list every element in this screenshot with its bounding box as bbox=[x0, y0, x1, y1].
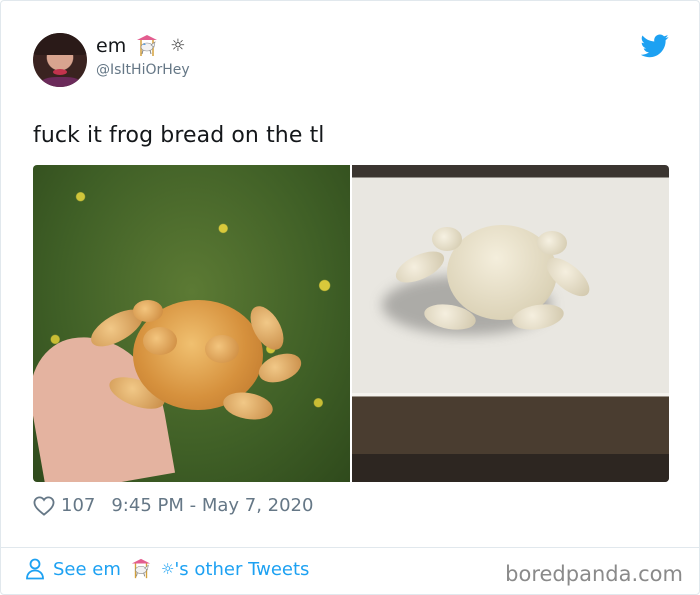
author-handle[interactable]: @IsItHiOrHey bbox=[96, 62, 190, 78]
author-name-row[interactable]: em ☼ bbox=[96, 34, 185, 58]
avatar-lips bbox=[53, 69, 67, 75]
sun-symbol-icon: ☼ bbox=[160, 560, 175, 578]
footer-divider bbox=[1, 547, 699, 548]
avatar-shirt bbox=[41, 77, 81, 87]
frog-foot-bottom bbox=[221, 388, 275, 424]
frog-eye-right bbox=[205, 335, 239, 363]
frog-bump-top bbox=[133, 300, 163, 322]
twitter-bird-icon[interactable] bbox=[641, 34, 669, 58]
like-count[interactable]: 107 bbox=[61, 495, 95, 516]
tweet-media[interactable] bbox=[33, 165, 669, 482]
baking-tray-rim bbox=[352, 454, 669, 482]
carousel-horse-icon bbox=[131, 558, 151, 579]
see-other-tweets-link[interactable]: See em ☼ 's other Tweets bbox=[25, 558, 309, 580]
see-other-tweets-suffix[interactable]: 's other Tweets bbox=[174, 559, 309, 580]
see-other-tweets-prefix[interactable]: See em bbox=[53, 559, 121, 580]
watermark: boredpanda.com bbox=[505, 562, 683, 586]
tweet-timestamp[interactable]: 9:45 PM - May 7, 2020 bbox=[111, 495, 313, 516]
tweet-text: fuck it frog bread on the tl bbox=[33, 123, 325, 148]
photo-frog-bread-dough-on-tray[interactable] bbox=[352, 165, 669, 482]
user-icon bbox=[26, 558, 44, 580]
carousel-horse-icon bbox=[137, 35, 158, 56]
tweet-meta: 107 9:45 PM - May 7, 2020 bbox=[33, 495, 313, 516]
frog-eye-left bbox=[143, 327, 177, 355]
sun-symbol-icon: ☼ bbox=[170, 36, 186, 56]
dough-eye-left bbox=[432, 227, 462, 251]
tweet-card: em ☼ @IsItHiOrHey fuck it frog bread on … bbox=[0, 0, 700, 595]
photo-frog-bread-in-hand[interactable] bbox=[33, 165, 350, 482]
parchment-edge bbox=[352, 393, 669, 397]
dough-eye-right bbox=[537, 231, 567, 255]
avatar[interactable] bbox=[33, 33, 87, 87]
avatar-hair bbox=[33, 33, 87, 55]
heart-icon[interactable] bbox=[33, 495, 55, 516]
author-display-name[interactable]: em bbox=[96, 35, 126, 57]
